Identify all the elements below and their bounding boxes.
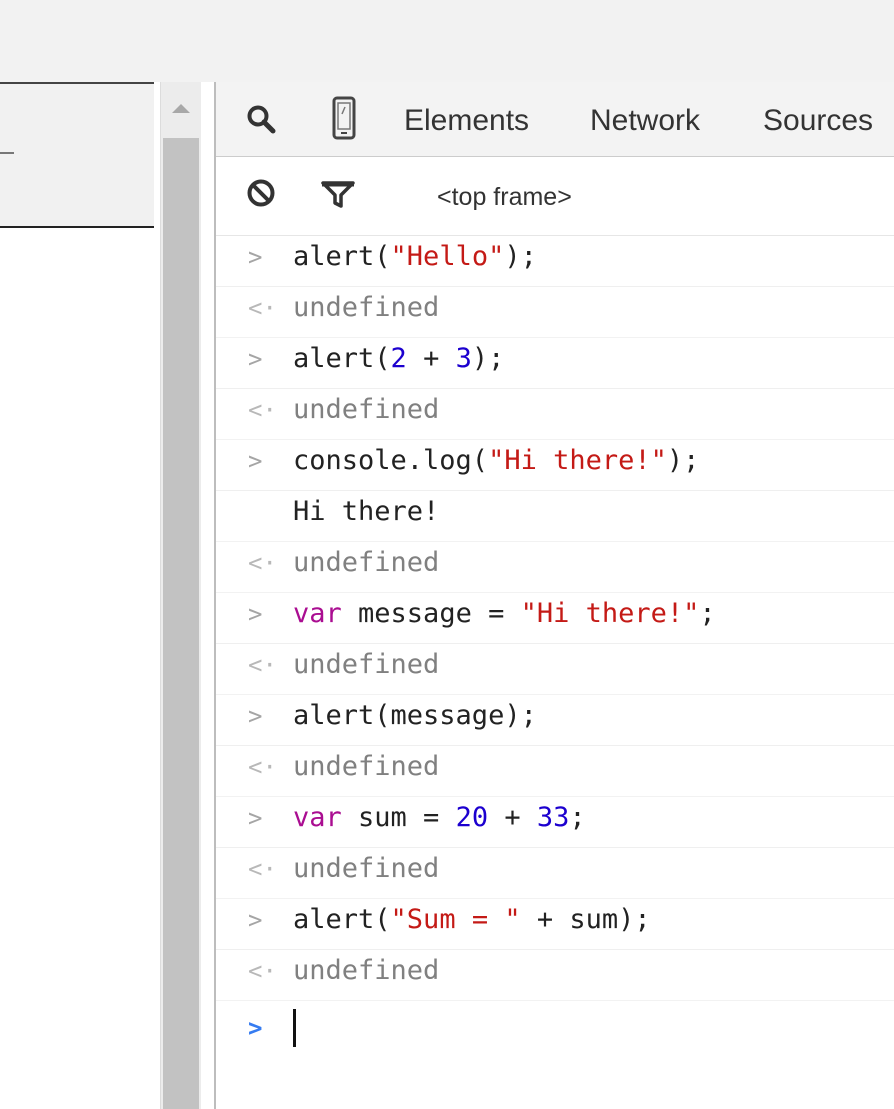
- console-input-line: > alert("Sum = " + sum);: [216, 899, 894, 950]
- console-result-line: <· undefined: [216, 542, 894, 593]
- clear-console-icon[interactable]: [246, 178, 276, 213]
- text-cursor: [293, 1009, 296, 1047]
- input-prompt-icon: >: [248, 702, 263, 730]
- console-input-line: > var message = "Hi there!";: [216, 593, 894, 644]
- console-result-text: undefined: [293, 394, 440, 425]
- scroll-up-arrow-icon[interactable]: [172, 104, 190, 113]
- frame-select[interactable]: <top frame>: [437, 183, 572, 212]
- devtools-toolbar: Elements Network Sources: [216, 82, 894, 157]
- page-divider: [0, 152, 14, 154]
- tab-sources[interactable]: Sources: [763, 104, 873, 138]
- console-result-line: <· undefined: [216, 950, 894, 1001]
- input-prompt-icon: >: [248, 243, 263, 271]
- result-arrow-icon: <·: [248, 396, 277, 424]
- input-prompt-icon: >: [248, 447, 263, 475]
- console-input-text: alert(2 + 3);: [293, 343, 505, 374]
- console-input-line: > console.log("Hi there!");: [216, 440, 894, 491]
- tab-network[interactable]: Network: [590, 104, 700, 138]
- screen: Elements Network Sources <top frame> > al…: [0, 0, 894, 1109]
- result-arrow-icon: <·: [248, 855, 277, 883]
- devtools-panel: Elements Network Sources <top frame> > al…: [216, 82, 894, 1109]
- search-icon[interactable]: [246, 104, 276, 139]
- result-arrow-icon: <·: [248, 753, 277, 781]
- console-prompt-input[interactable]: >: [216, 1001, 894, 1061]
- result-arrow-icon: <·: [248, 294, 277, 322]
- page-panel: [0, 82, 154, 228]
- console-output: > alert("Hello"); <· undefined > alert(2 + 3)…: [216, 236, 894, 1061]
- console-input-text: alert(message);: [293, 700, 537, 731]
- console-input-line: > alert(message);: [216, 695, 894, 746]
- console-result-text: undefined: [293, 751, 440, 782]
- console-result-line: <· undefined: [216, 746, 894, 797]
- console-result-text: undefined: [293, 649, 440, 680]
- result-arrow-icon: <·: [248, 957, 277, 985]
- input-prompt-icon: >: [248, 906, 263, 934]
- input-prompt-icon: >: [248, 345, 263, 373]
- console-log-text: Hi there!: [293, 496, 440, 527]
- console-result-line: <· undefined: [216, 644, 894, 695]
- console-input-text: console.log("Hi there!");: [293, 445, 700, 476]
- console-result-text: undefined: [293, 547, 440, 578]
- console-result-text: undefined: [293, 853, 440, 884]
- console-log-line: Hi there!: [216, 491, 894, 542]
- browser-top-bar: [0, 0, 894, 82]
- console-result-line: <· undefined: [216, 287, 894, 338]
- console-input-text: alert("Sum = " + sum);: [293, 904, 651, 935]
- result-arrow-icon: <·: [248, 651, 277, 679]
- console-result-line: <· undefined: [216, 389, 894, 440]
- console-result-text: undefined: [293, 955, 440, 986]
- console-input-text: var message = "Hi there!";: [293, 598, 716, 629]
- console-result-line: <· undefined: [216, 848, 894, 899]
- device-mode-icon[interactable]: [332, 96, 356, 145]
- console-result-text: undefined: [293, 292, 440, 323]
- scroll-thumb[interactable]: [163, 138, 199, 1109]
- console-input-text: var sum = 20 + 33;: [293, 802, 586, 833]
- console-toolbar: <top frame>: [216, 157, 894, 236]
- input-prompt-icon: >: [248, 600, 263, 628]
- console-input-line: > var sum = 20 + 33;: [216, 797, 894, 848]
- prompt-arrow-icon: >: [248, 1014, 263, 1042]
- result-arrow-icon: <·: [248, 549, 277, 577]
- console-input-line: > alert("Hello");: [216, 236, 894, 287]
- tab-elements[interactable]: Elements: [404, 104, 529, 138]
- page-scrollbar[interactable]: [160, 82, 201, 1109]
- console-input-text: alert("Hello");: [293, 241, 537, 272]
- console-input-line: > alert(2 + 3);: [216, 338, 894, 389]
- filter-icon[interactable]: [320, 179, 356, 214]
- input-prompt-icon: >: [248, 804, 263, 832]
- page-area: [0, 82, 160, 1109]
